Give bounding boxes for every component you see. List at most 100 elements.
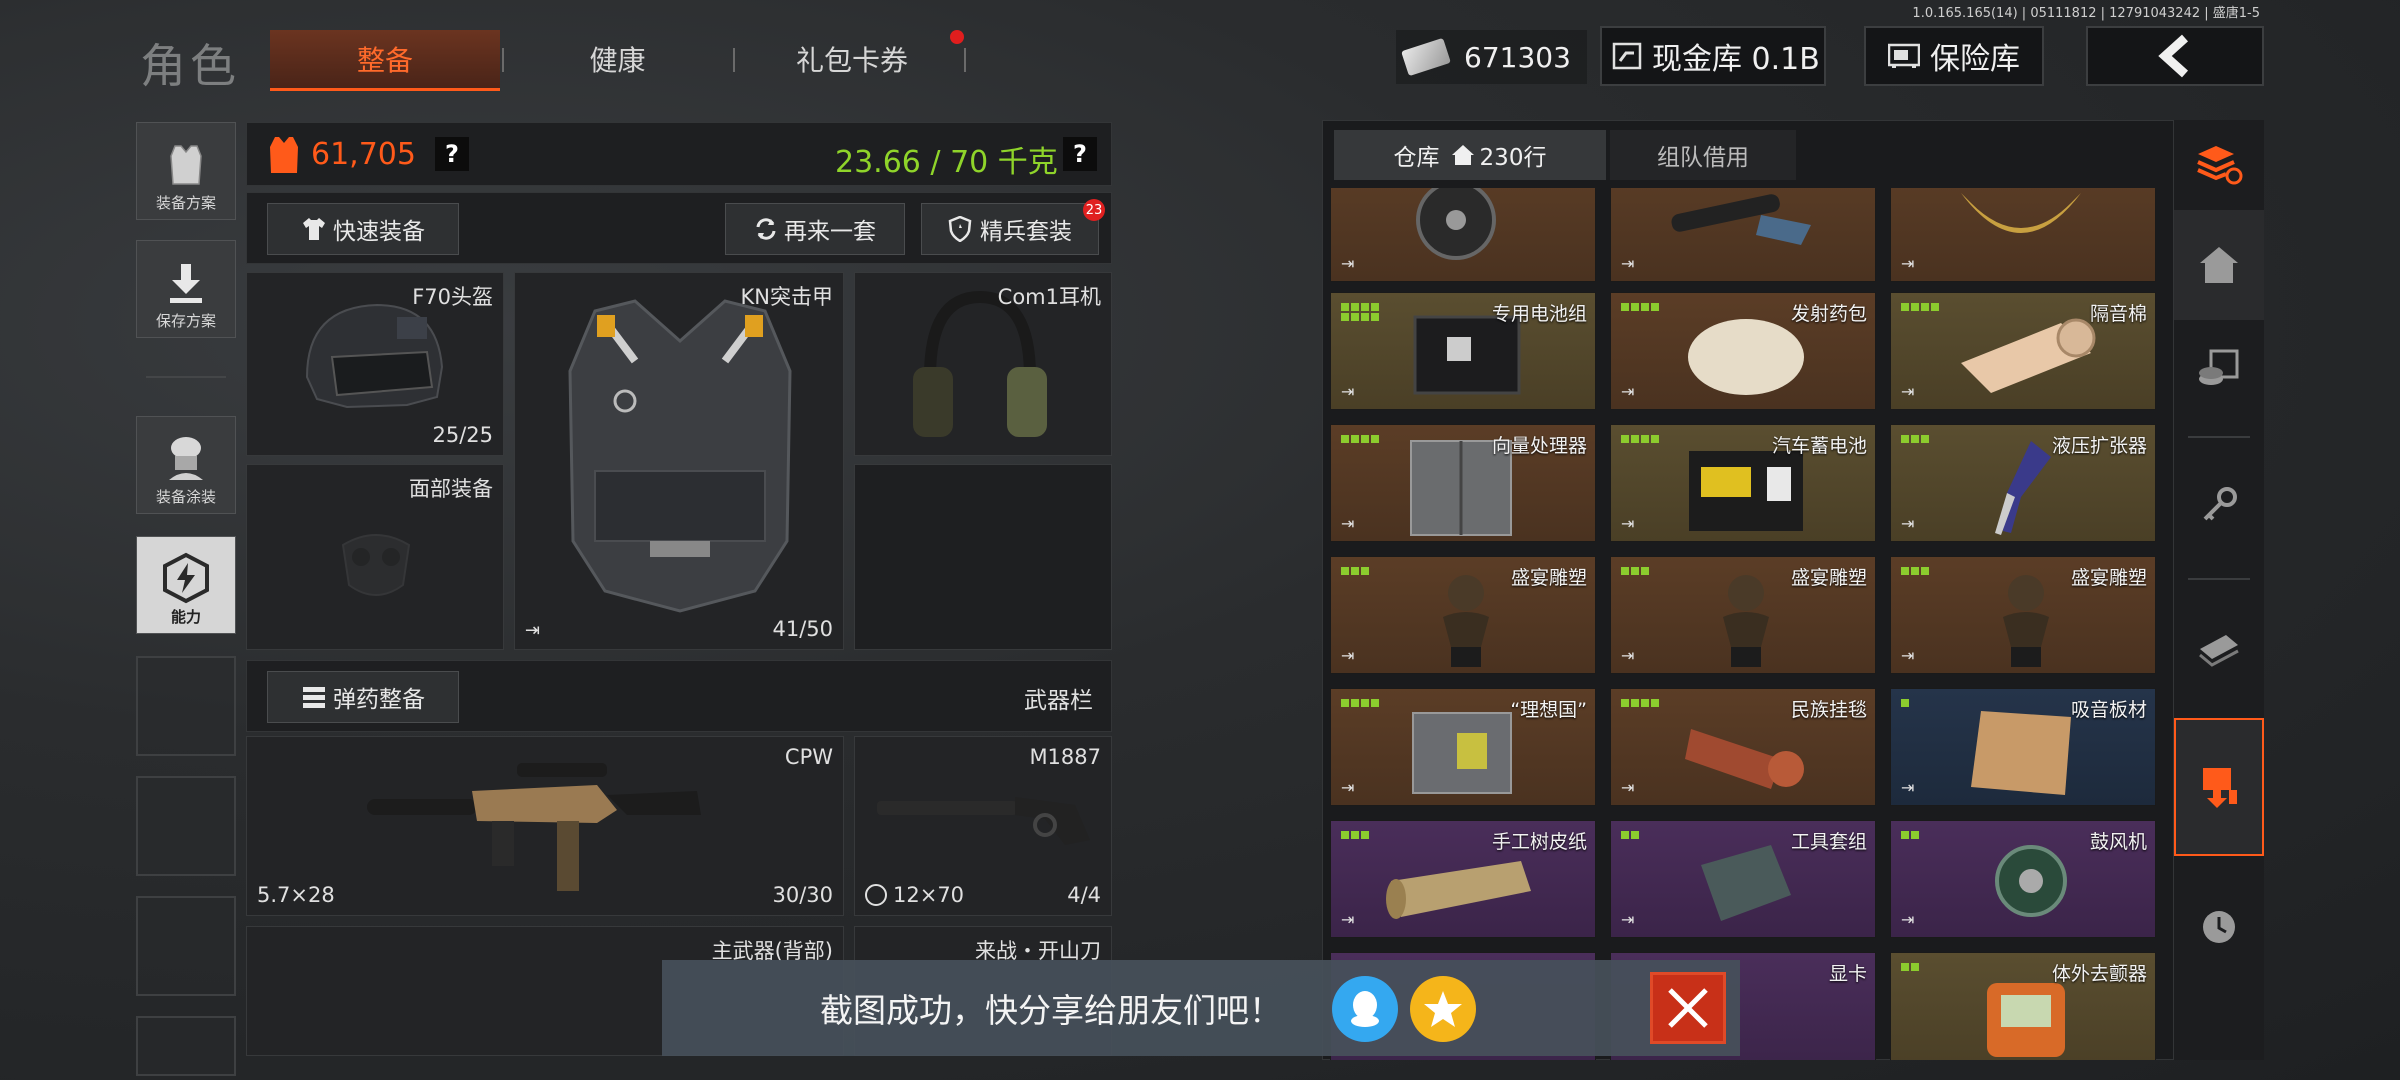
cash-vault-button[interactable]: 现金库 0.1B (1600, 26, 1826, 86)
storage-item[interactable]: 液压扩张器 ⇥ (1890, 424, 2156, 542)
item-name: 专用电池组 (1491, 303, 1587, 325)
storage-item[interactable]: “理想国” ⇥ (1330, 688, 1596, 806)
nav-safe-button[interactable] (2174, 314, 2264, 424)
shirt-icon (303, 218, 325, 240)
move-out-icon[interactable]: ⇥ (1901, 910, 1914, 929)
nav-storage-button[interactable] (2174, 718, 2264, 856)
tab-loadout[interactable]: 整备 (270, 30, 500, 91)
weapon-name: CPW (784, 745, 833, 769)
sidebar-empty-slot (136, 656, 236, 756)
tab-team-borrow[interactable]: 组队借用 (1610, 130, 1796, 180)
item-name: 隔音棉 (2089, 303, 2147, 325)
storage-item[interactable]: 向量处理器 ⇥ (1330, 424, 1596, 542)
nav-key-button[interactable] (2174, 450, 2264, 560)
move-out-icon[interactable]: ⇥ (1341, 646, 1354, 665)
storage-item[interactable]: 盛宴雕塑 ⇥ (1610, 556, 1876, 674)
nav-cash-button[interactable] (2174, 592, 2264, 702)
sidebar-item-skin[interactable]: 装备涂装 (136, 416, 236, 514)
ammo-icon (303, 687, 325, 708)
ammo-type-row: 12×70 (865, 883, 964, 907)
tab-gift-coupons[interactable]: 礼包卡券 (742, 30, 962, 88)
move-out-icon[interactable]: ⇥ (1621, 646, 1634, 665)
close-toast-button[interactable] (1650, 972, 1726, 1044)
version-info: 1.0.165.165(14) | 05111812 | 12791043242… (1912, 6, 2260, 21)
back-button[interactable] (2086, 26, 2264, 86)
headset-slot[interactable]: Com1耳机 (854, 272, 1112, 456)
move-out-icon[interactable]: ⇥ (1901, 778, 1914, 797)
move-out-icon[interactable]: ⇥ (1621, 382, 1634, 401)
headset-icon (913, 290, 1047, 437)
acoustic-panel-icon (1971, 711, 2071, 795)
storage-item[interactable]: 专用电池组 ⇥ (1330, 292, 1596, 410)
move-out-icon[interactable]: ⇥ (1901, 514, 1914, 533)
primary-weapon-slot[interactable]: CPW 5.7×28 30/30 (246, 736, 844, 916)
storage-item[interactable]: 隔音棉 ⇥ (1890, 292, 2156, 410)
tab-health[interactable]: 健康 (510, 30, 725, 88)
size-indicator (1621, 303, 1659, 311)
stack-sort-icon (2197, 146, 2243, 185)
ammo-count: 4/4 (1067, 883, 1101, 907)
page-title: 角色 (140, 39, 240, 93)
move-out-icon[interactable]: ⇥ (1341, 382, 1354, 401)
move-out-icon[interactable]: ⇥ (1341, 778, 1354, 797)
storage-item[interactable]: 发射药包 ⇥ (1610, 292, 1876, 410)
sidebar-item-loadout-plan[interactable]: 装备方案 (136, 122, 236, 220)
item-name: 向量处理器 (1491, 435, 1587, 457)
move-out-icon[interactable]: ⇥ (1901, 254, 1914, 273)
move-out-icon[interactable]: ⇥ (1341, 254, 1354, 273)
necklace-item-icon (1961, 193, 2081, 233)
nav-history-button[interactable] (2174, 872, 2264, 982)
reroll-button[interactable]: 再来一套 (725, 203, 905, 255)
elite-set-button[interactable]: 精兵套装 (921, 203, 1099, 255)
value-help-button[interactable]: ? (435, 137, 469, 171)
move-out-icon[interactable]: ⇥ (1341, 514, 1354, 533)
quick-equip-button[interactable]: 快速装备 (267, 203, 459, 255)
storage-item[interactable]: 盛宴雕塑 ⇥ (1890, 556, 2156, 674)
storage-item[interactable]: 民族挂毯 ⇥ (1610, 688, 1876, 806)
move-out-icon[interactable]: ⇥ (1341, 910, 1354, 929)
insurance-button[interactable]: 保险库 (1864, 26, 2044, 86)
qq-share-button[interactable] (1332, 976, 1398, 1042)
weight-help-button[interactable]: ? (1063, 137, 1097, 171)
shield-icon (948, 216, 972, 242)
storage-item[interactable]: 汽车蓄电池 ⇥ (1610, 424, 1876, 542)
storage-item[interactable]: 工具套组 ⇥ (1610, 820, 1876, 938)
item-name: 发射药包 (1790, 303, 1867, 325)
elite-set-label: 精兵套装 (980, 219, 1072, 245)
armor-slot[interactable]: KN突击甲 ⇥ 41/50 (514, 272, 844, 650)
face-slot[interactable]: 面部装备 (246, 464, 504, 650)
unequip-icon[interactable]: ⇥ (525, 620, 540, 641)
move-out-icon[interactable]: ⇥ (1621, 778, 1634, 797)
secondary-weapon-slot[interactable]: M1887 12×70 4/4 (854, 736, 1112, 916)
slot-name: Com1耳机 (997, 285, 1101, 309)
size-indicator (1621, 567, 1659, 575)
move-out-icon[interactable]: ⇥ (1901, 646, 1914, 665)
slot-name: 面部装备 (409, 477, 493, 501)
clock-icon (2203, 911, 2235, 943)
smg-icon (367, 763, 701, 891)
helmet-slot[interactable]: F70头盔 25/25 (246, 272, 504, 456)
nav-home-button[interactable] (2174, 210, 2264, 320)
ammo-equip-button[interactable]: 弹药整备 (267, 671, 459, 723)
move-out-icon[interactable]: ⇥ (1621, 254, 1634, 273)
storage-item[interactable]: ⇥ (1330, 188, 1596, 282)
size-indicator (1341, 435, 1379, 443)
ammo-gauge-icon (865, 884, 887, 906)
storage-item[interactable]: ⇥ (1890, 188, 2156, 282)
sidebar-item-save-plan[interactable]: 保存方案 (136, 240, 236, 338)
storage-item[interactable]: ⇥ (1610, 188, 1876, 282)
insulation-roll-icon (1961, 318, 2096, 393)
move-out-icon[interactable]: ⇥ (1621, 514, 1634, 533)
move-out-icon[interactable]: ⇥ (1901, 382, 1914, 401)
tab-warehouse[interactable]: 仓库 230行 (1334, 130, 1606, 180)
storage-item[interactable]: 手工树皮纸 ⇥ (1330, 820, 1596, 938)
storage-item[interactable]: 体外去颤器 (1890, 952, 2156, 1060)
storage-item[interactable]: 鼓风机 ⇥ (1890, 820, 2156, 938)
storage-item[interactable]: 盛宴雕塑 ⇥ (1330, 556, 1596, 674)
empty-equipment-slot[interactable] (854, 464, 1112, 650)
sidebar-item-ability[interactable]: 能力 (136, 536, 236, 634)
qzone-share-button[interactable] (1410, 976, 1476, 1042)
move-out-icon[interactable]: ⇥ (1621, 910, 1634, 929)
storage-item[interactable]: 吸音板材 ⇥ (1890, 688, 2156, 806)
nav-sort-button[interactable] (2174, 120, 2264, 210)
